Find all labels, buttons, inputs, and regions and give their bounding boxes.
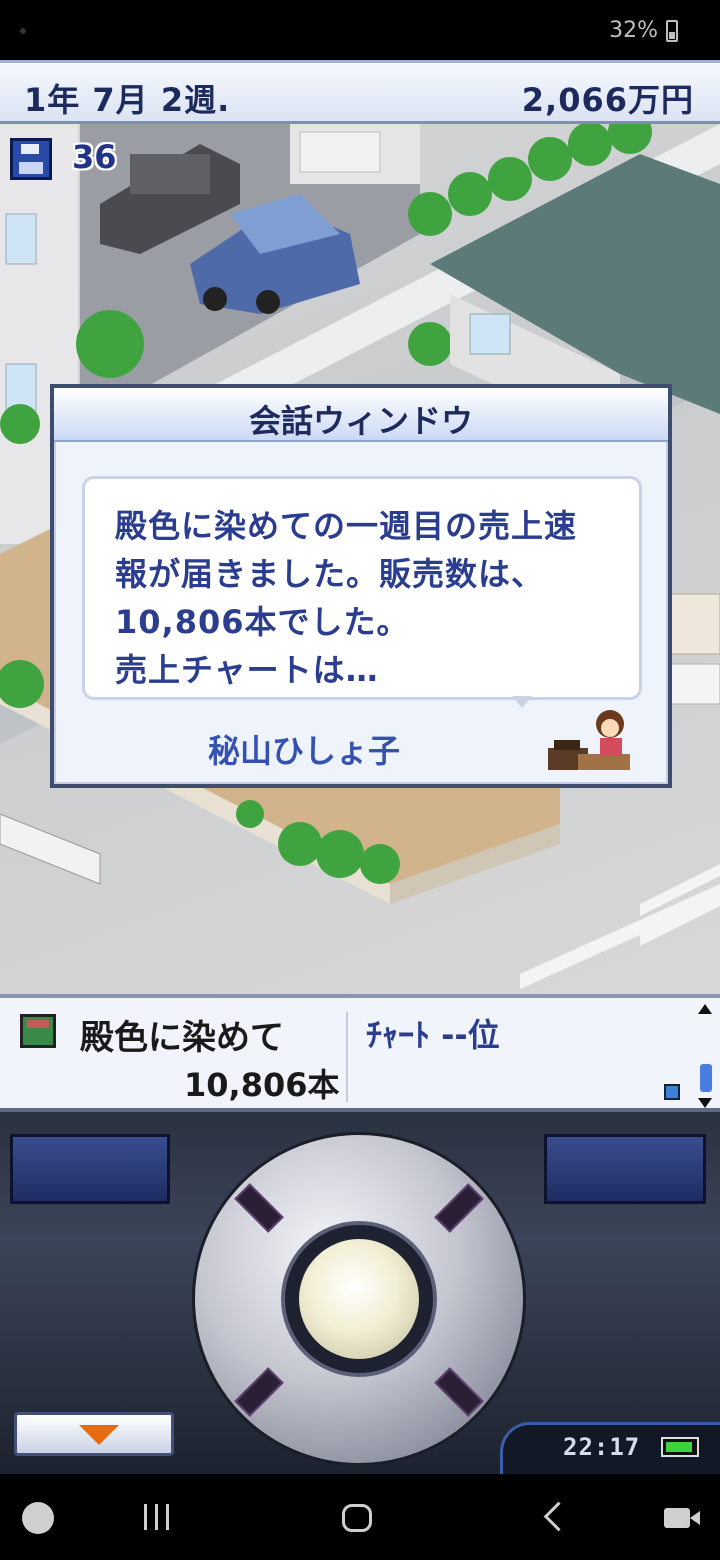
game-package-icon xyxy=(20,1014,56,1048)
left-soft-key[interactable] xyxy=(10,1134,170,1204)
game-date: 1年 7月 2週. xyxy=(24,81,231,119)
dpad-gap xyxy=(234,1367,284,1417)
message-line: 殿色に染めての一週目の売上速 xyxy=(115,507,578,545)
system-status-bar: 32% xyxy=(0,0,720,60)
battery-percentage: 32% xyxy=(609,18,658,43)
units-sold: 10,806本 xyxy=(184,1066,340,1104)
dpad-center-ring xyxy=(281,1221,437,1377)
secretary-avatar-icon xyxy=(548,710,630,770)
game-sales-panel[interactable]: 殿色に染めて 10,806本 ﾁｬｰﾄ --位 xyxy=(0,994,720,1112)
dialog-title-bar: 会話ウィンドウ xyxy=(54,388,668,442)
conversation-window[interactable]: 会話ウィンドウ 殿色に染めての一週目の売上速 報が届きました。販売数は、 10,… xyxy=(50,384,672,788)
game-title: 殿色に染めて xyxy=(80,1018,284,1058)
scroll-up-icon[interactable] xyxy=(698,1004,712,1014)
triangle-down-icon xyxy=(79,1425,119,1445)
dpad-gap xyxy=(234,1183,284,1233)
message-line: 10,806本でした。 xyxy=(115,603,410,641)
battery-icon xyxy=(666,20,678,42)
back-icon[interactable] xyxy=(543,1501,574,1532)
camera-cutout xyxy=(20,28,26,34)
right-soft-key[interactable] xyxy=(544,1134,706,1204)
small-floppy-icon xyxy=(664,1084,680,1100)
dpad[interactable] xyxy=(192,1132,526,1466)
recent-apps-icon[interactable] xyxy=(142,1504,172,1530)
dpad-gap xyxy=(434,1367,484,1417)
floppy-disk-icon[interactable] xyxy=(10,138,52,180)
battery-level-icon xyxy=(661,1437,699,1457)
clock-time: 22:17 xyxy=(563,1433,641,1461)
save-count: 36 xyxy=(72,138,117,176)
scroll-down-icon[interactable] xyxy=(698,1098,712,1108)
chart-rank: ﾁｬｰﾄ --位 xyxy=(366,1016,500,1054)
dialog-title: 会話ウィンドウ xyxy=(248,402,473,440)
system-navigation-bar xyxy=(0,1474,720,1560)
virtual-controller: 22:17 xyxy=(0,1112,720,1474)
home-icon[interactable] xyxy=(342,1504,372,1532)
divider xyxy=(346,1012,348,1102)
bubble-tail xyxy=(512,696,532,708)
speaker-name: 秘山ひしょ子 xyxy=(208,732,401,770)
date-money-bar: 1年 7月 2週. 2,066万円 xyxy=(0,60,720,124)
message-line: 売上チャートは… xyxy=(115,651,379,689)
company-funds: 2,066万円 xyxy=(521,81,694,119)
scrollbar-thumb[interactable] xyxy=(700,1064,712,1092)
confirm-button[interactable] xyxy=(299,1239,419,1359)
message-bubble: 殿色に染めての一週目の売上速 報が届きました。販売数は、 10,806本でした。… xyxy=(82,476,642,700)
game-launcher-icon[interactable] xyxy=(22,1502,54,1534)
menu-toggle-button[interactable] xyxy=(14,1412,174,1456)
dpad-gap xyxy=(434,1183,484,1233)
clock-panel: 22:17 xyxy=(500,1422,720,1474)
video-camera-icon[interactable] xyxy=(664,1508,700,1528)
message-line: 報が届きました。販売数は、 xyxy=(115,555,545,593)
